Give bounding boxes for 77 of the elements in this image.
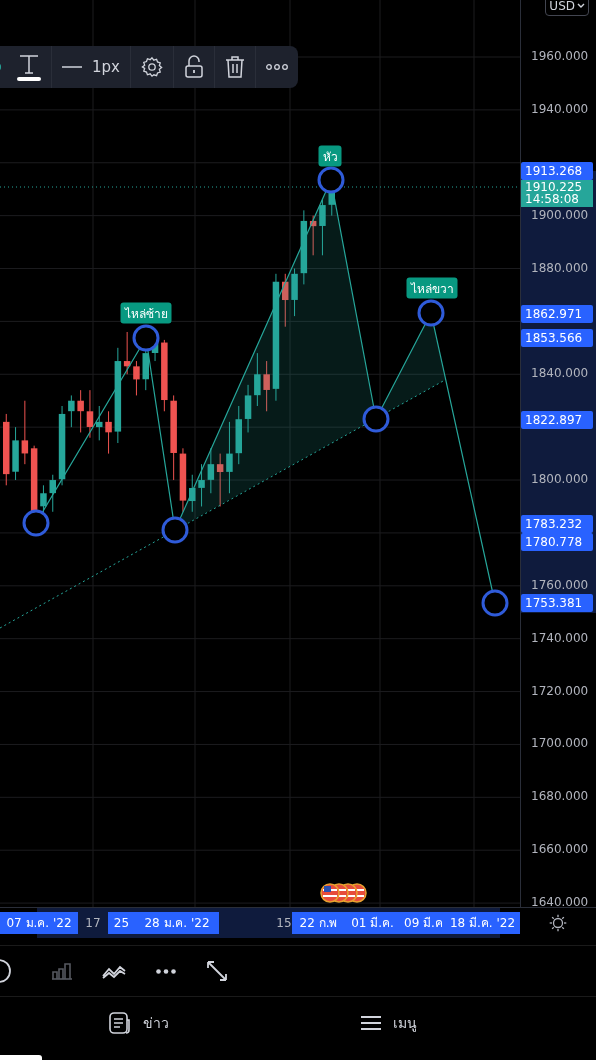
countdown-timer: 14:58:08 bbox=[525, 193, 580, 206]
bar-chart-icon[interactable] bbox=[52, 962, 72, 980]
anchor-handle[interactable] bbox=[481, 589, 509, 617]
fullscreen-icon[interactable] bbox=[206, 960, 228, 982]
date-label: 18 มี.ค. '22 bbox=[445, 912, 520, 934]
candlestick bbox=[282, 273, 289, 328]
candlestick bbox=[68, 394, 75, 428]
date-label: 25 bbox=[108, 912, 135, 934]
date-label: 07 ม.ค. '22 bbox=[0, 912, 78, 934]
price-tick: 1720.000 bbox=[531, 683, 589, 698]
candlestick bbox=[133, 360, 140, 396]
price-label: 1753.381 bbox=[521, 594, 593, 613]
price-tick: 1840.000 bbox=[531, 366, 589, 381]
price-tick: 1660.000 bbox=[531, 842, 589, 857]
anchor-handle[interactable] bbox=[161, 516, 189, 544]
candlestick bbox=[198, 463, 205, 507]
more-icon[interactable] bbox=[266, 64, 288, 70]
settings-icon[interactable] bbox=[141, 56, 163, 78]
currency-dropdown[interactable]: USD bbox=[545, 0, 589, 16]
price-label: 1783.232 bbox=[521, 515, 593, 534]
candlestick bbox=[319, 199, 326, 256]
candlestick bbox=[235, 405, 242, 465]
date-label: 22 ก.พ bbox=[292, 912, 345, 934]
pattern-label: ไหล่ขวา bbox=[406, 277, 458, 299]
anchor-handle[interactable] bbox=[362, 405, 390, 433]
price-tick: 1900.000 bbox=[531, 207, 589, 222]
candlestick bbox=[179, 447, 187, 513]
news-icon bbox=[109, 1011, 131, 1034]
anchor-handle[interactable] bbox=[317, 166, 345, 194]
anchor-handle[interactable] bbox=[132, 324, 160, 352]
price-tick: 1800.000 bbox=[531, 472, 589, 487]
anchor-handle[interactable] bbox=[22, 509, 50, 537]
more-icon[interactable] bbox=[156, 968, 176, 974]
pattern-label: ไหล่ซ้าย bbox=[120, 302, 172, 324]
line-width-button[interactable]: 1px bbox=[52, 46, 131, 88]
candlestick bbox=[254, 352, 261, 407]
price-label: 1853.566 bbox=[521, 329, 593, 348]
candlestick bbox=[77, 389, 84, 433]
nav-button[interactable]: เมนู bbox=[361, 1000, 417, 1045]
caret-icon bbox=[577, 3, 585, 9]
candlestick bbox=[12, 426, 19, 481]
price-label: 1780.778 bbox=[521, 533, 593, 552]
flag-markers-icon[interactable] bbox=[320, 883, 367, 903]
date-label: 17 bbox=[84, 915, 102, 932]
price-tick: 1760.000 bbox=[531, 577, 589, 592]
price-tick: 1940.000 bbox=[531, 101, 589, 116]
pattern-label: หัว bbox=[318, 145, 342, 167]
line-icon bbox=[62, 66, 83, 68]
price-tick: 1640.000 bbox=[531, 895, 589, 910]
candlestick bbox=[96, 405, 103, 441]
price-tick: 1680.000 bbox=[531, 789, 589, 804]
date-label: 15 bbox=[276, 915, 292, 932]
candlestick bbox=[86, 389, 94, 439]
candlestick bbox=[189, 474, 196, 513]
home-indicator bbox=[0, 1055, 42, 1060]
price-tick: 1960.000 bbox=[531, 49, 589, 63]
candlestick bbox=[263, 360, 270, 412]
candlestick bbox=[244, 384, 252, 433]
indicators-icon[interactable] bbox=[102, 963, 126, 979]
nav-button[interactable]: ข่าว bbox=[109, 1000, 169, 1045]
candlestick bbox=[49, 474, 56, 513]
candlestick bbox=[105, 410, 112, 455]
price-tick: 1740.000 bbox=[531, 630, 589, 645]
unlock-icon[interactable] bbox=[184, 55, 204, 79]
date-label: 09 มี.ค bbox=[400, 912, 447, 934]
date-label: 28 ม.ค. '22 bbox=[135, 912, 219, 934]
price-label: 1913.268 bbox=[521, 161, 593, 180]
menu-icon bbox=[361, 1014, 381, 1031]
last-price: 1910.225 bbox=[525, 180, 584, 194]
price-tick: 1880.000 bbox=[531, 260, 589, 275]
price-tick: 1700.000 bbox=[531, 736, 589, 751]
delete-icon[interactable] bbox=[225, 55, 245, 79]
text-icon[interactable] bbox=[17, 53, 42, 81]
settings-icon[interactable] bbox=[549, 914, 567, 932]
candlestick bbox=[291, 268, 298, 317]
anchor-handle[interactable] bbox=[417, 299, 445, 327]
date-label: 01 มี.ค. bbox=[345, 912, 400, 934]
